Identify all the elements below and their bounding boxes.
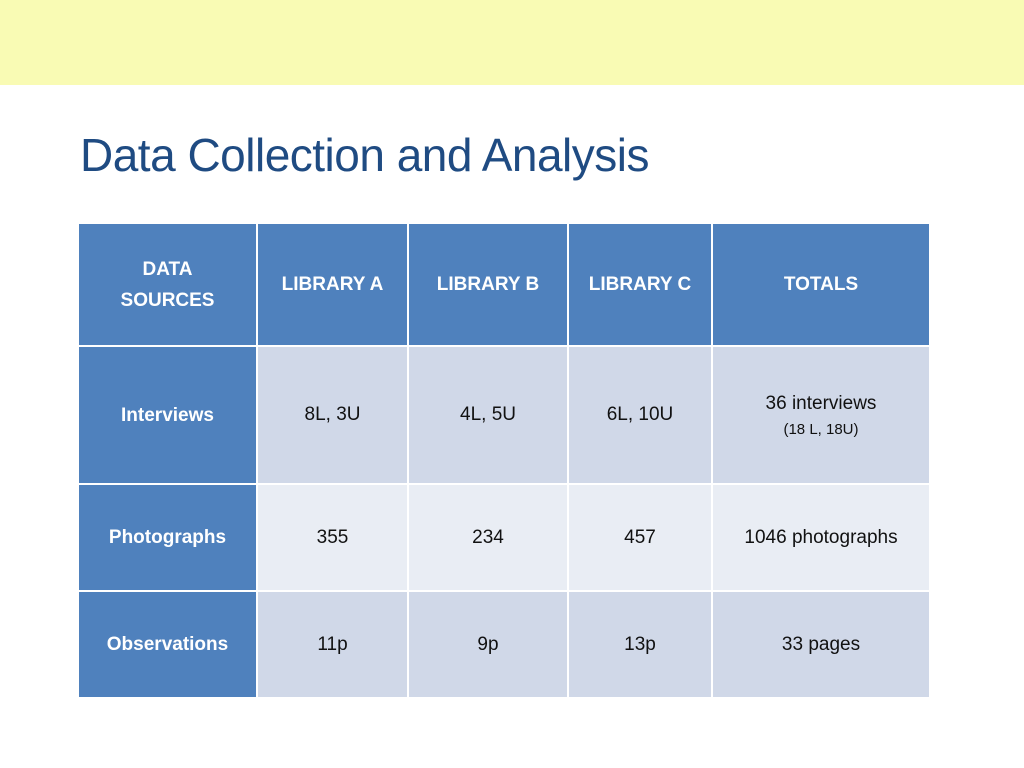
row-label: Photographs [77,483,258,592]
total-value: 36 interviews [765,392,877,414]
row-label: Interviews [77,345,258,485]
table-row: Photographs 355 234 457 1046 photographs [77,483,931,592]
total-cell: 33 pages [711,590,931,699]
table-cell: 6L, 10U [567,345,713,485]
total-cell: 36 interviews (18 L, 18U) [711,345,931,485]
table-cell: 234 [407,483,569,592]
table-row: Observations 11p 9p 13p 33 pages [77,590,931,699]
table-row: Interviews 8L, 3U 4L, 5U 6L, 10U 36 inte… [77,345,931,485]
table-cell: 457 [567,483,713,592]
header-library-b: LIBRARY B [407,222,569,347]
total-breakdown: (18 L, 18U) [783,420,859,438]
table-cell: 11p [256,590,409,699]
top-band [0,0,1024,85]
data-table: DATA SOURCES LIBRARY A LIBRARY B LIBRARY… [77,222,931,699]
table-header-row: DATA SOURCES LIBRARY A LIBRARY B LIBRARY… [77,222,931,347]
table-cell: 4L, 5U [407,345,569,485]
total-cell: 1046 photographs [711,483,931,592]
table-cell: 355 [256,483,409,592]
header-library-c: LIBRARY C [567,222,713,347]
table-cell: 9p [407,590,569,699]
header-library-a: LIBRARY A [256,222,409,347]
slide-title: Data Collection and Analysis [80,129,650,181]
header-data-sources: DATA SOURCES [77,222,258,347]
header-totals: TOTALS [711,222,931,347]
row-label: Observations [77,590,258,699]
table-cell: 8L, 3U [256,345,409,485]
table-cell: 13p [567,590,713,699]
